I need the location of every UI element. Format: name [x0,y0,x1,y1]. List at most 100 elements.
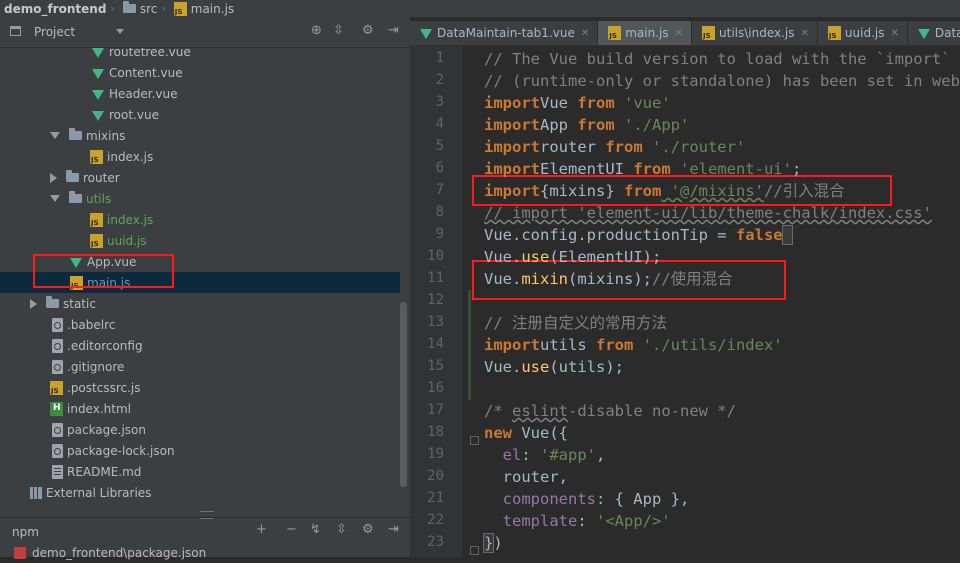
chevron-down-icon[interactable] [50,132,60,139]
chevron-down-icon[interactable] [50,195,60,202]
code-token: use [521,248,550,266]
close-icon[interactable]: ✕ [581,28,589,39]
hide-panel-icon[interactable]: ⇥ [388,522,399,537]
code-token: '#app' [540,446,596,464]
markdown-file-icon [52,464,63,479]
tree-item[interactable]: README.md [0,461,400,482]
tree-item[interactable]: .babelrc [0,314,400,335]
editor-tab[interactable]: utils\index.js ✕ [692,21,818,45]
code-token: mixin [521,270,568,288]
hide-panel-icon[interactable]: ⇥ [388,23,399,38]
tree-item-label: Header.vue [109,86,178,101]
vue-file-icon [420,29,432,39]
line-number: 5 [435,138,444,154]
code-token: from [596,336,634,354]
line-number: 20 [427,468,444,484]
tree-scrollbar[interactable] [400,302,407,487]
remove-icon[interactable]: − [286,522,297,537]
code-line: importrouter from './router' [484,136,745,158]
code-token: from [633,160,671,178]
code-token: // import 'element-ui/lib/theme-chalk/in… [484,204,932,222]
editor-tab[interactable]: uuid.js ✕ [818,21,908,45]
breadcrumb-folder[interactable]: src [119,1,158,16]
editor-tab[interactable]: main.js ✕ [598,21,693,45]
js-file-icon [702,26,716,40]
editor-tab[interactable]: DataMaintain-tab1.vue ✕ [410,21,599,45]
editor-tab-label: utils\index.js [719,26,795,40]
line-number: 18 [427,424,444,440]
code-editor[interactable]: 1 2 3 4 5 6 7 8 9 10 11 12 13 14 15 16 17 18 19 20 21 22 23 //… [410,46,960,557]
fold-marker-icon[interactable] [470,436,479,445]
tree-item-label: Content.vue [109,65,183,80]
code-line: router, [484,466,568,488]
js-file-icon [827,26,841,40]
tree-item[interactable]: index.js [0,146,400,167]
collapse-all-icon[interactable]: ⇳ [336,522,347,537]
code-token: import [484,182,540,200]
breadcrumb-folder-label: src [139,1,158,16]
code-token: Vue. [484,248,522,266]
code-line: importElementUI from 'element-ui'; [484,158,801,180]
tree-item[interactable]: routetree.vue [0,48,400,62]
tree-item[interactable]: root.vue [0,104,400,125]
chevron-right-icon[interactable] [30,298,37,309]
tree-item[interactable]: .editorconfig [0,335,400,356]
folder-icon [66,170,79,182]
code-token: router, [484,468,568,486]
editor-tab[interactable]: DataMa [908,21,960,45]
code-line: }) [482,532,503,554]
npm-panel-header: npm + − ↯ ⇳ ⚙ ⇥ [0,517,410,544]
breadcrumb-file[interactable]: main.js [170,1,234,16]
gear-icon[interactable]: ⚙ [362,23,374,38]
tree-item[interactable]: index.html [0,398,400,419]
code-line: importutils from './utils/index' [484,334,783,356]
window-icon [10,26,21,36]
tree-item[interactable]: Header.vue [0,83,400,104]
code-token: template [484,512,578,530]
add-icon[interactable]: + [256,522,267,537]
code-line: el: '#app', [484,444,606,466]
code-token: ; [791,160,802,178]
project-view-selector[interactable]: Project [34,25,75,39]
close-icon[interactable]: ✕ [801,28,809,39]
tree-item[interactable]: External Libraries [0,482,400,503]
code-token: } [482,533,495,553]
tree-item[interactable]: static [0,293,400,314]
run-script-icon[interactable]: ↯ [310,522,321,537]
chevron-down-icon[interactable] [116,29,124,34]
tree-item[interactable]: index.js [0,209,400,230]
code-line: template: '<App/>' [484,510,671,532]
tree-item[interactable]: .postcssrc.js [0,377,400,398]
close-icon[interactable]: ✕ [890,28,898,39]
code-line: importApp from './App' [484,114,689,136]
code-token: '@/mixins' [661,182,764,200]
tree-item[interactable]: router [0,167,400,188]
tree-item[interactable]: .gitignore [0,356,400,377]
line-number: 17 [427,402,444,418]
code-token: from [577,94,615,112]
tree-item[interactable]: Content.vue [0,62,400,83]
chevron-right-icon[interactable] [50,172,57,183]
close-icon[interactable]: ✕ [675,28,683,39]
tree-item[interactable]: package-lock.json [0,440,400,461]
code-token: false [735,226,783,244]
collapse-all-icon[interactable]: ⇳ [333,23,344,38]
target-icon[interactable]: ⊕ [311,23,322,38]
editor-tab-label: uuid.js [844,26,885,40]
breadcrumb-project-label: demo_frontend [4,1,107,16]
npm-package-item[interactable]: demo_frontend\package.json [0,543,410,563]
tree-item[interactable]: utils [0,188,400,209]
fold-marker-icon[interactable] [470,546,479,555]
code-line: Vue.use(utils); [484,356,624,378]
code-token: ) [493,534,503,552]
folder-icon [69,128,82,140]
tree-item-label: root.vue [109,107,159,122]
tree-item[interactable]: uuid.js [0,230,400,251]
tree-item-label: .gitignore [67,359,125,374]
tree-item[interactable]: package.json [0,419,400,440]
breadcrumb-project[interactable]: demo_frontend [0,2,106,16]
code-line: // 注册自定义的常用方法 [484,312,667,334]
gear-icon[interactable]: ⚙ [362,522,374,537]
tree-item[interactable]: mixins [0,125,400,146]
code-token: './router' [642,138,746,156]
